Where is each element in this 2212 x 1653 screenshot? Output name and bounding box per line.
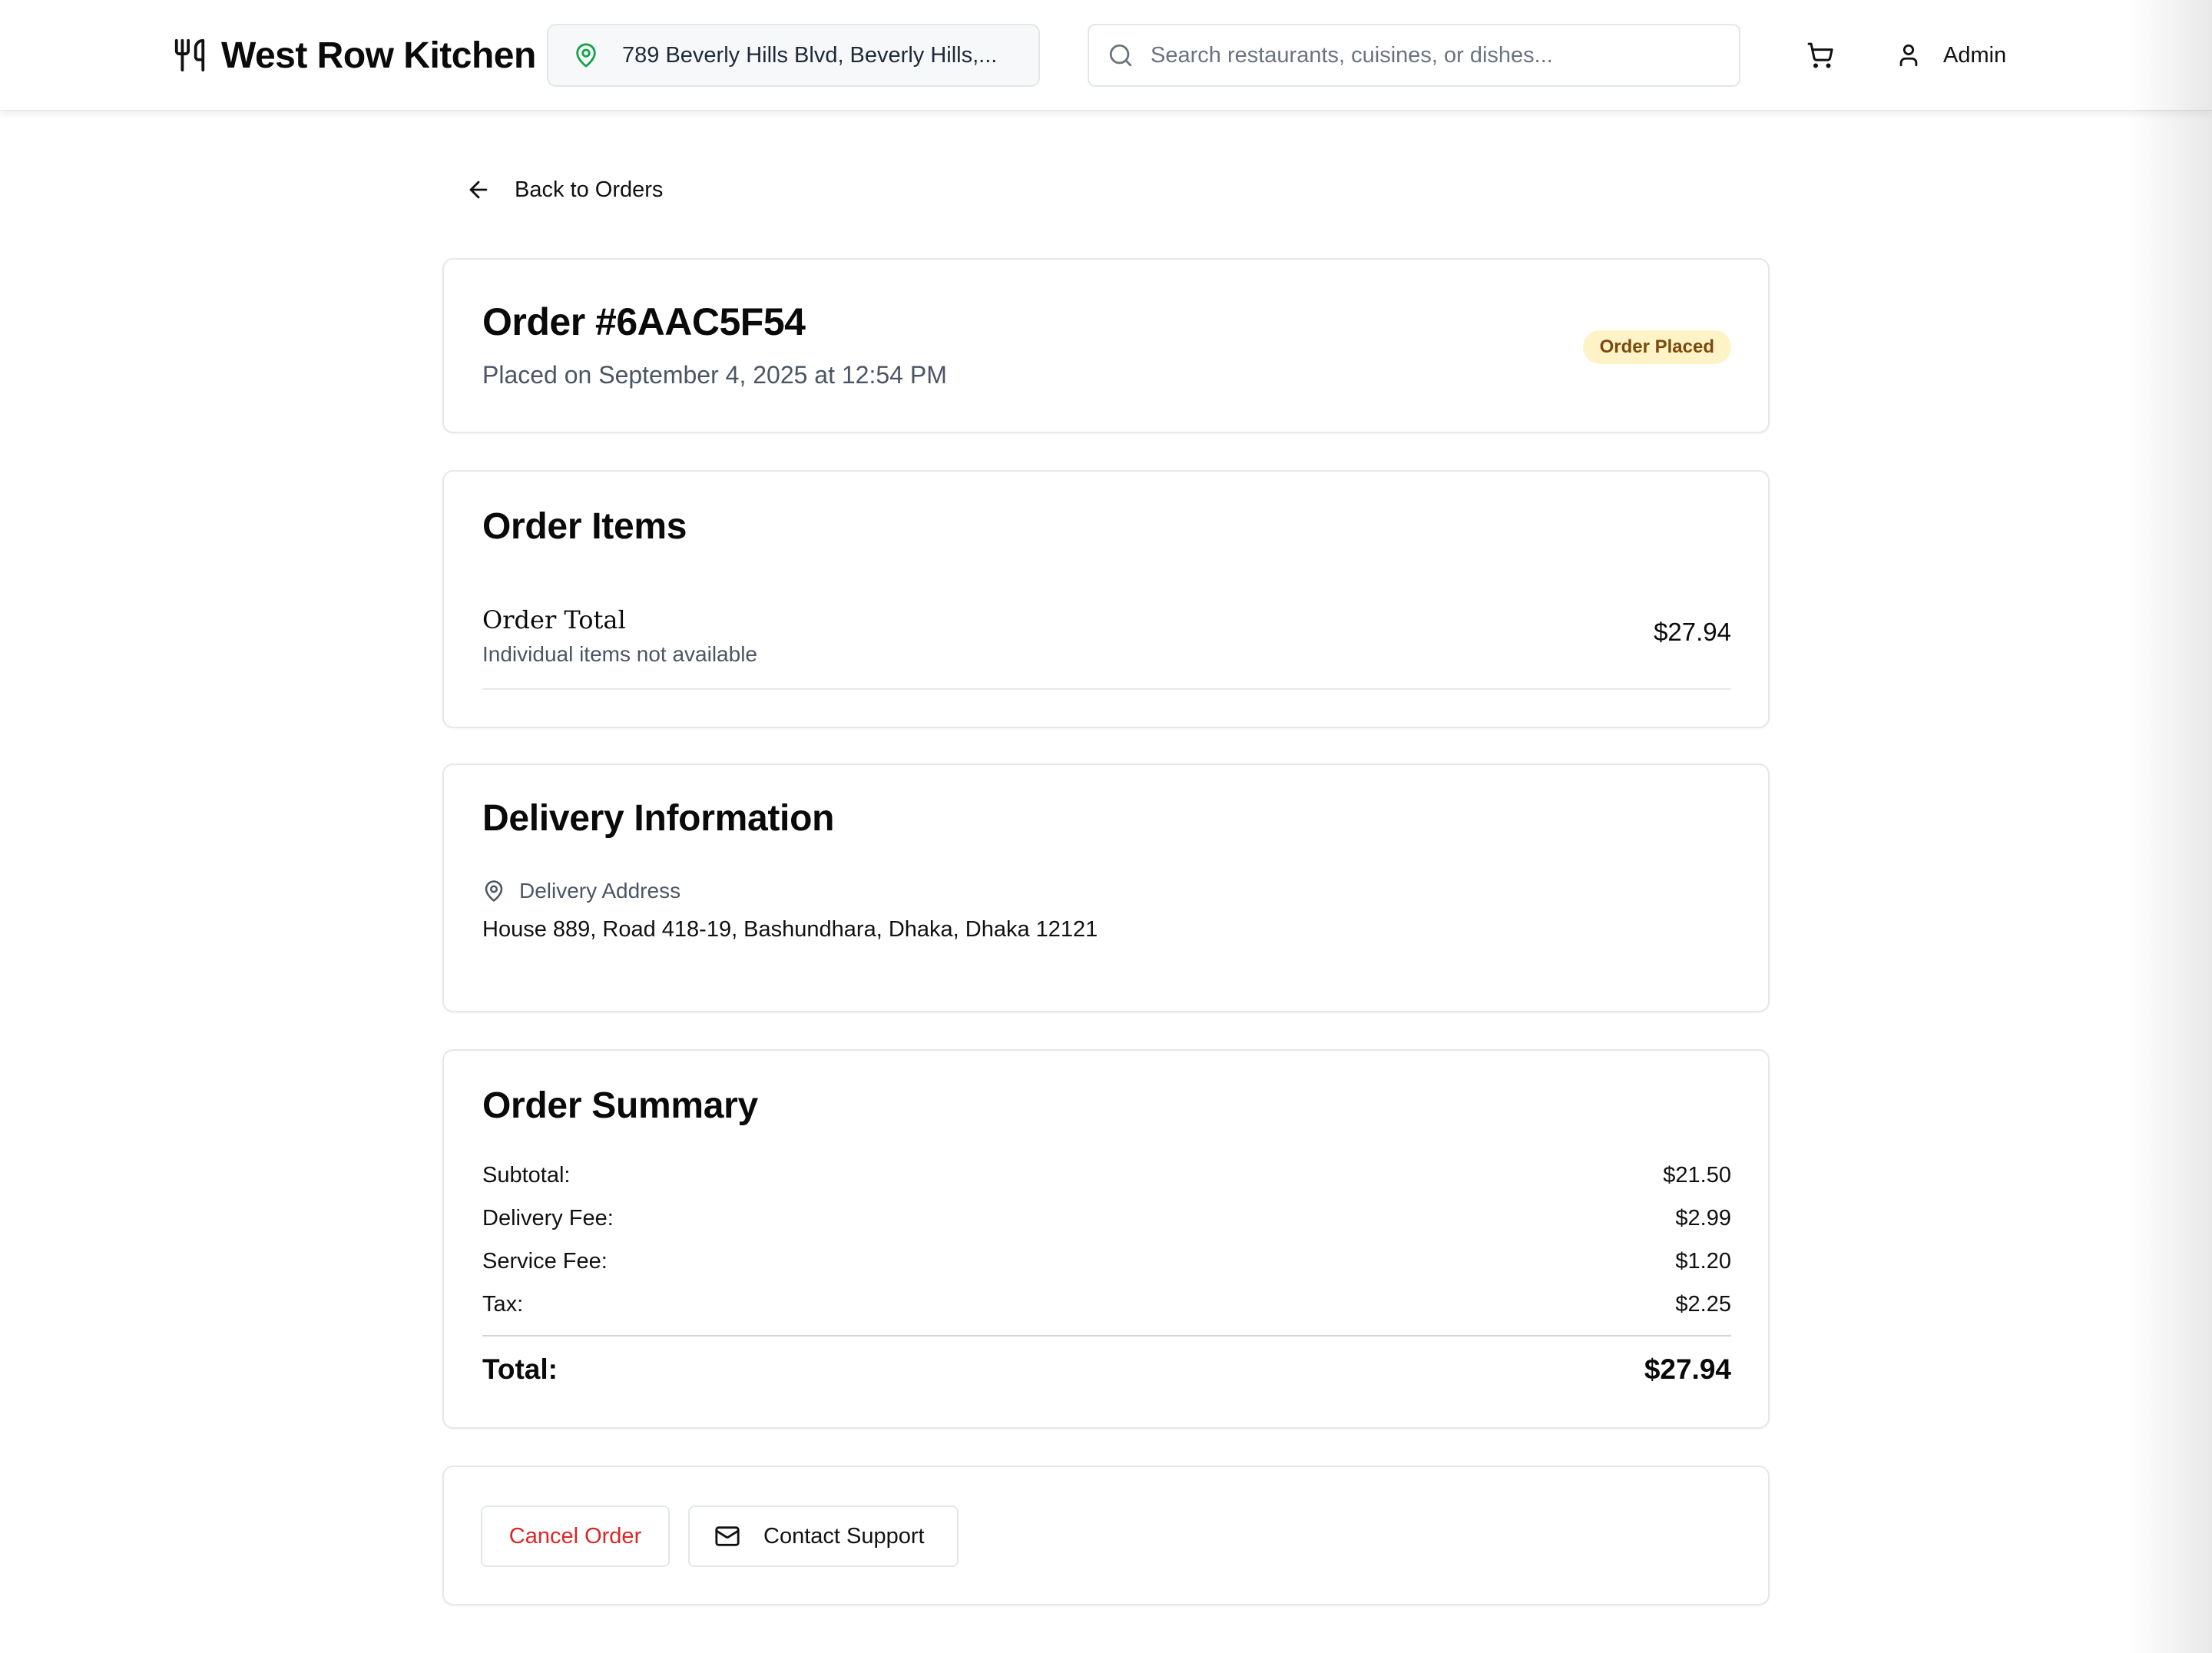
item-name: Order Total — [482, 605, 626, 634]
arrow-left-icon — [469, 181, 488, 199]
divider — [482, 688, 1731, 690]
summary-row-subtotal: Subtotal: $21.50 — [482, 1163, 1731, 1192]
mail-icon — [715, 1526, 740, 1546]
cancel-order-button[interactable]: Cancel Order — [481, 1506, 670, 1567]
cart-button[interactable] — [1803, 37, 1837, 74]
map-pin-icon — [576, 43, 596, 68]
total-value: $27.94 — [1644, 1353, 1731, 1385]
summary-row-service-fee: Service Fee: $1.20 — [482, 1249, 1731, 1278]
summary-total-row: Total: $27.94 — [482, 1353, 1731, 1389]
summary-row-tax: Tax: $2.25 — [482, 1292, 1731, 1321]
summary-row-delivery-fee: Delivery Fee: $2.99 — [482, 1206, 1731, 1235]
search-bar — [1088, 24, 1740, 87]
order-items-card: Order Items Order Total Individual items… — [442, 470, 1770, 728]
contact-support-button[interactable]: Contact Support — [688, 1506, 959, 1567]
delivery-info-card: Delivery Information Delivery Address Ho… — [442, 764, 1770, 1012]
item-note: Individual items not available — [482, 642, 757, 666]
summary-label: Service Fee: — [482, 1249, 608, 1274]
brand-name: West Row Kitchen — [221, 35, 536, 76]
map-pin-icon — [485, 880, 503, 902]
delivery-address-label: Delivery Address — [519, 879, 681, 903]
location-selector[interactable]: 789 Beverly Hills Blvd, Beverly Hills,..… — [547, 24, 1040, 87]
summary-label: Tax: — [482, 1292, 524, 1317]
status-badge: Order Placed — [1582, 330, 1731, 364]
item-price: $27.94 — [1654, 618, 1731, 646]
top-header: West Row Kitchen 789 Beverly Hills Blvd,… — [0, 0, 2212, 111]
delivery-address: House 889, Road 418-19, Bashundhara, Dha… — [482, 917, 1098, 942]
summary-value: $2.25 — [1675, 1292, 1731, 1317]
order-detail-page: West Row Kitchen 789 Beverly Hills Blvd,… — [0, 0, 2212, 1653]
summary-label: Subtotal: — [482, 1163, 571, 1188]
order-summary-card: Order Summary Subtotal: $21.50 Delivery … — [442, 1049, 1770, 1429]
total-label: Total: — [482, 1353, 558, 1385]
order-actions-card: Cancel Order Contact Support — [442, 1466, 1770, 1605]
delivery-info-title: Delivery Information — [482, 798, 835, 839]
location-text: 789 Beverly Hills Blvd, Beverly Hills,..… — [622, 42, 998, 68]
user-name: Admin — [1943, 42, 2007, 68]
summary-label: Delivery Fee: — [482, 1206, 614, 1231]
utensils-icon — [174, 38, 205, 72]
brand-logo[interactable]: West Row Kitchen — [172, 34, 536, 77]
shopping-cart-icon — [1807, 42, 1833, 68]
user-icon — [1899, 44, 1918, 67]
summary-value: $2.99 — [1675, 1206, 1731, 1231]
divider — [482, 1335, 1731, 1337]
summary-value: $1.20 — [1675, 1249, 1731, 1274]
order-header-card: Order #6AAC5F54 Placed on September 4, 2… — [442, 258, 1770, 433]
contact-support-label: Contact Support — [763, 1523, 925, 1549]
delivery-address-label-row: Delivery Address — [482, 877, 680, 905]
back-link-label: Back to Orders — [515, 177, 664, 202]
order-placed-date: Placed on September 4, 2025 at 12:54 PM — [482, 361, 947, 389]
order-items-title: Order Items — [482, 506, 687, 547]
summary-value: $21.50 — [1663, 1163, 1731, 1188]
back-to-orders-link[interactable]: Back to Orders — [465, 171, 663, 209]
search-input[interactable] — [1151, 42, 1719, 68]
user-menu-button[interactable]: Admin — [1896, 35, 2006, 75]
order-summary-title: Order Summary — [482, 1085, 758, 1126]
page-edge-shadow — [2128, 0, 2212, 1653]
order-title: Order #6AAC5F54 — [482, 300, 806, 343]
search-icon — [1109, 44, 1132, 67]
